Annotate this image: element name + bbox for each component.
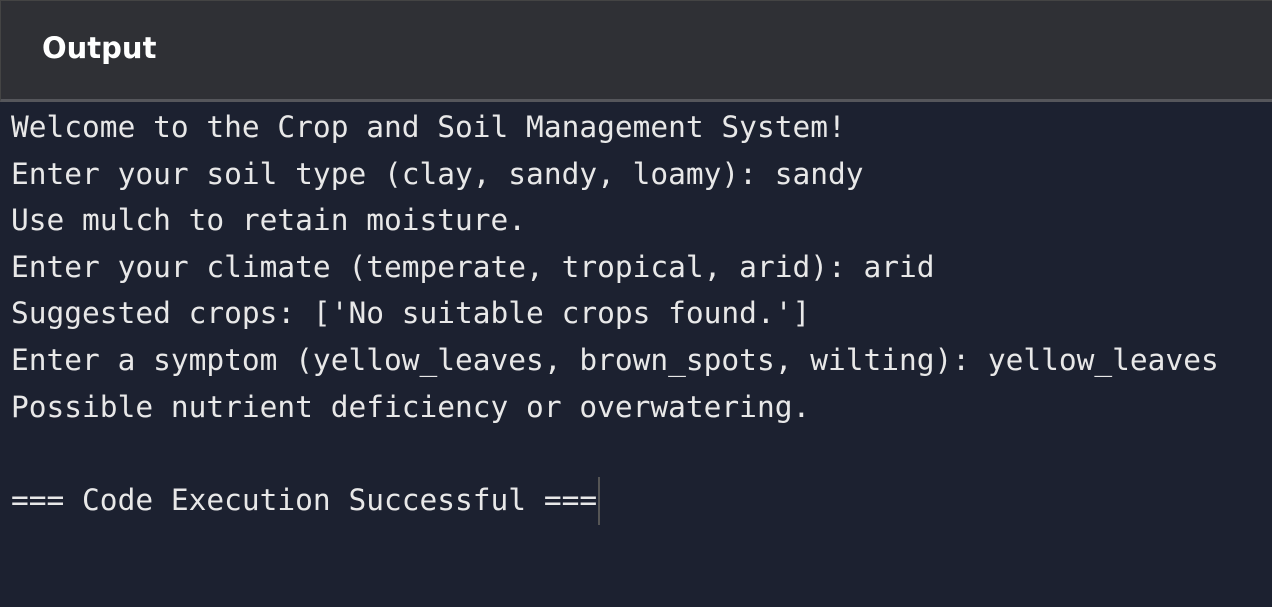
output-line: Welcome to the Crop and Soil Management … (11, 110, 846, 144)
output-console[interactable]: Welcome to the Crop and Soil Management … (11, 104, 1219, 526)
output-line: Suggested crops: ['No suitable crops fou… (11, 296, 811, 331)
output-line: Enter a symptom (yellow_leaves, brown_sp… (11, 342, 1219, 377)
text-cursor (598, 477, 601, 526)
execution-status: === Code Execution Successful === (11, 482, 598, 517)
output-line: Enter your soil type (clay, sandy, loamy… (11, 156, 864, 191)
output-line: Possible nutrient deficiency or overwate… (11, 389, 811, 424)
output-header: Output (0, 0, 1272, 102)
output-line-final: === Code Execution Successful === (11, 477, 1219, 526)
output-title: Output (42, 31, 157, 65)
output-line: Use mulch to retain moisture. (11, 203, 527, 238)
output-line: Enter your climate (temperate, tropical,… (11, 249, 935, 284)
